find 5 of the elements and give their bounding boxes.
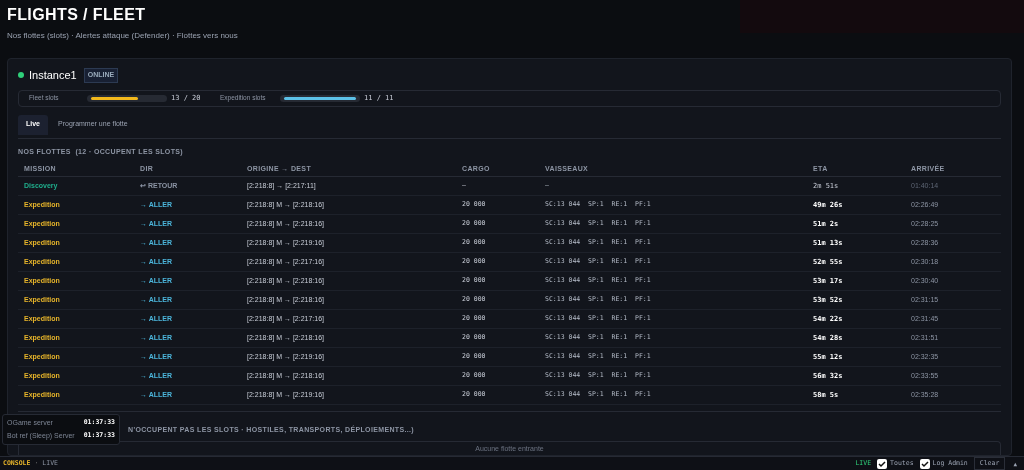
instance-name: Instance1: [29, 68, 77, 83]
page-subtitle: Nos flottes (slots) · Alertes attaque (Defender) · Flottes vers nous: [7, 30, 238, 42]
checkbox[interactable]: [877, 458, 888, 469]
page-title: FLIGHTS / FLEET: [7, 5, 147, 25]
checkbox[interactable]: [919, 458, 930, 469]
